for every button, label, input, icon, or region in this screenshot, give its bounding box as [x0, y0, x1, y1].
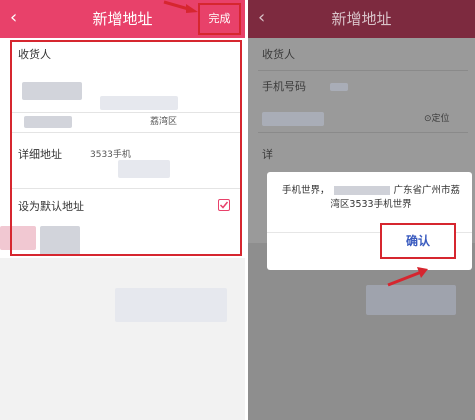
content-blur: [115, 288, 227, 322]
phone-blur: [330, 83, 348, 91]
divider: [258, 132, 468, 133]
content-blur: [366, 285, 456, 315]
detail-address-label: 详: [262, 148, 273, 161]
highlight-frame: [10, 40, 242, 256]
screen-left: ‹ 新增地址 完成 收货人 荔湾区 详细地址 3533手机 设为默认地址: [0, 0, 245, 420]
confirm-button[interactable]: 确认: [380, 223, 456, 259]
consignee-label: 收货人: [262, 48, 295, 61]
divider: [258, 70, 468, 71]
locate-button[interactable]: ⊙定位: [424, 112, 450, 126]
annotation-arrow-icon: [387, 267, 428, 287]
header-right: ‹ 新增地址: [248, 0, 475, 38]
header-left: ‹ 新增地址 完成: [0, 0, 245, 38]
region-blur: [262, 112, 324, 126]
dialog-message: 手机世界， 广东省广州市荔湾区3533手机世界: [281, 185, 461, 210]
done-button[interactable]: 完成: [198, 3, 241, 35]
annotation-arrow-icon: [163, 0, 198, 13]
phone-label: 手机号码: [262, 80, 306, 93]
message-blur: [333, 186, 390, 195]
location-icon: ⊙: [424, 114, 432, 124]
page-title: 新增地址: [331, 10, 392, 28]
